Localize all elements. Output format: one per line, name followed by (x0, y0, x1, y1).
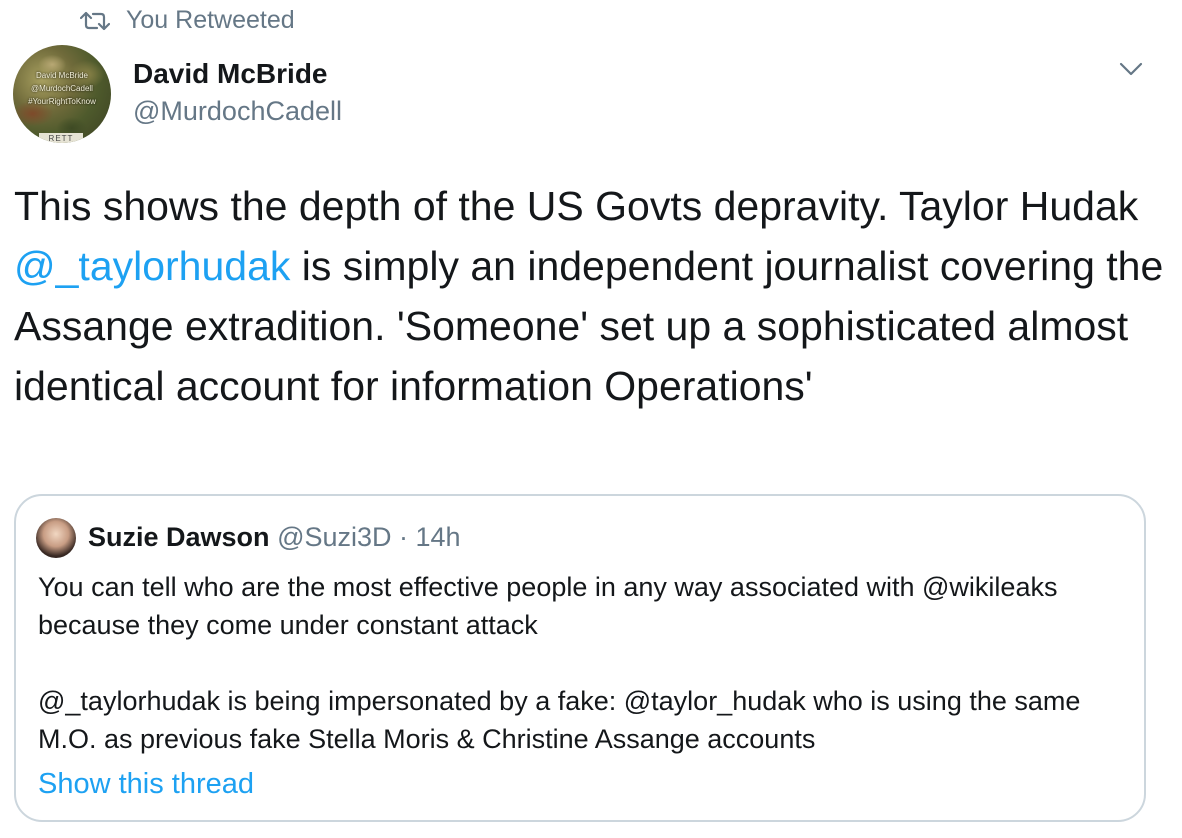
tweet-mention-link[interactable]: @_taylorhudak (14, 243, 290, 289)
avatar-band: RETT (39, 133, 83, 143)
quoted-tweet-header: Suzie Dawson @Suzi3D · 14h (88, 522, 461, 553)
avatar-line-hashtag: #YourRightToKnow (28, 97, 96, 106)
retweet-icon (80, 11, 110, 30)
author-display-name[interactable]: David McBride (133, 58, 328, 90)
chevron-down-icon (1119, 62, 1143, 76)
avatar-text: David McBride @MurdochCadell #YourRightT… (13, 69, 111, 108)
quoted-paragraph-2: @_taylorhudak is being impersonated by a… (38, 686, 1081, 754)
show-thread-link[interactable]: Show this thread (38, 768, 254, 801)
tweet-text-before: This shows the depth of the US Govts dep… (14, 183, 1150, 229)
author-avatar[interactable]: David McBride @MurdochCadell #YourRightT… (13, 45, 111, 143)
tweet-text: This shows the depth of the US Govts dep… (14, 176, 1164, 416)
quoted-author-name[interactable]: Suzie Dawson (88, 522, 270, 552)
quoted-paragraph-1: You can tell who are the most effective … (38, 572, 1058, 640)
quoted-separator: · (391, 522, 416, 552)
quoted-author-handle[interactable]: @Suzi3D (277, 522, 391, 552)
avatar-line-name: David McBride (35, 71, 88, 80)
quoted-tweet-body: You can tell who are the most effective … (38, 568, 1138, 758)
author-handle[interactable]: @MurdochCadell (133, 96, 342, 127)
retweet-context: You Retweeted (80, 6, 295, 35)
retweet-label: You Retweeted (126, 6, 295, 34)
quoted-author-avatar[interactable] (36, 518, 76, 558)
tweet-menu-button[interactable] (1118, 60, 1144, 83)
quoted-timestamp[interactable]: 14h (416, 522, 461, 552)
quoted-tweet[interactable]: Suzie Dawson @Suzi3D · 14h You can tell … (14, 494, 1146, 822)
avatar-line-handle: @MurdochCadell (31, 84, 93, 93)
